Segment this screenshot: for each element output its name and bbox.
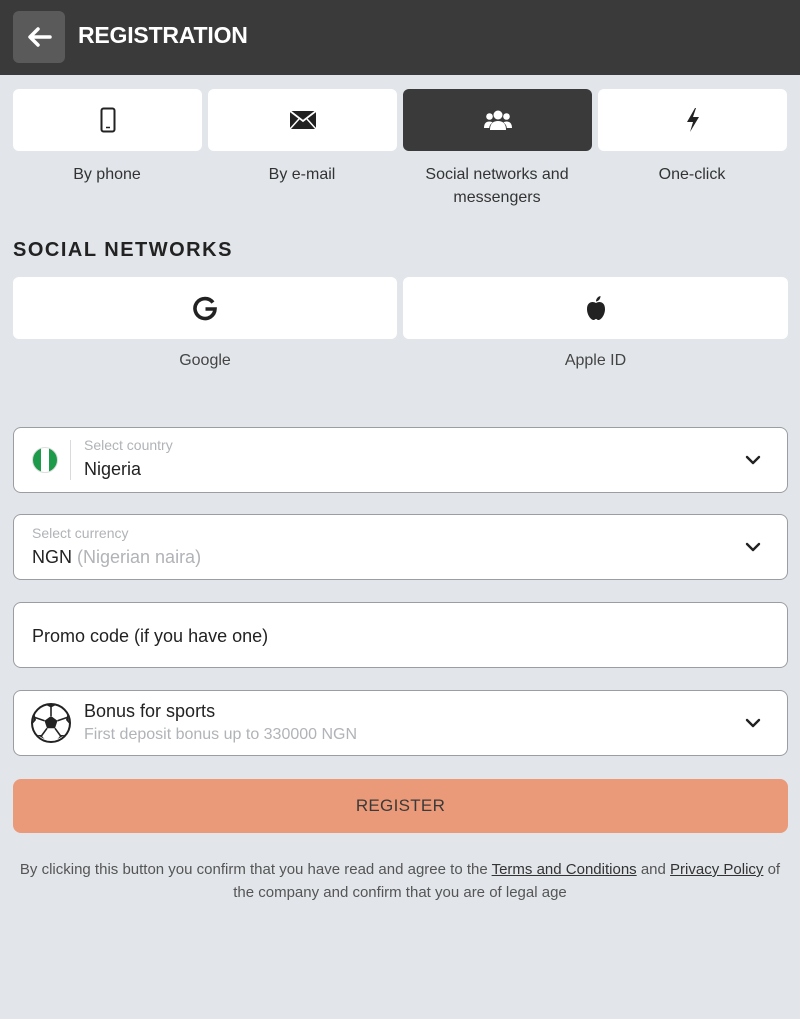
apple-icon [586, 296, 605, 320]
nigeria-flag-icon [32, 447, 58, 473]
tab-social-networks[interactable] [403, 89, 592, 151]
bonus-title: Bonus for sports [84, 701, 216, 721]
bonus-subtitle: First deposit bonus up to 330000 NGN [84, 726, 358, 743]
apple-id-label: Apple ID [564, 352, 627, 369]
tab-by-email[interactable] [208, 89, 397, 151]
privacy-policy-link[interactable]: Privacy Policy [670, 861, 763, 878]
tab-label-social-line1: Social networks and [425, 166, 569, 183]
terms-link[interactable]: Terms and Conditions [492, 861, 637, 878]
users-icon [483, 110, 512, 130]
envelope-icon [288, 110, 317, 130]
bonus-select[interactable]: Bonus for sports First deposit bonus up … [13, 690, 788, 756]
google-label: Google [179, 352, 231, 369]
tab-label-social-line2: messengers [453, 189, 541, 206]
chevron-down-icon [745, 718, 761, 728]
legal-prefix: By clicking this button you confirm that… [19, 861, 492, 878]
legal-text: By clicking this button you confirm that… [14, 858, 786, 904]
tab-by-phone[interactable] [13, 89, 202, 151]
back-button[interactable] [13, 11, 65, 63]
promo-code-placeholder: Promo code (if you have one) [32, 626, 269, 646]
register-button[interactable]: REGISTER [13, 779, 788, 833]
country-select[interactable]: Select country Nigeria [13, 427, 788, 493]
currency-label: Select currency [32, 525, 129, 541]
tab-one-click[interactable] [598, 89, 787, 151]
chevron-down-icon [745, 455, 761, 465]
country-label: Select country [84, 437, 173, 453]
currency-code: NGN [32, 547, 72, 567]
soccer-ball-icon [31, 703, 71, 743]
tab-label-one-click: One-click [658, 166, 726, 183]
legal-and: and [636, 861, 671, 878]
google-icon [193, 296, 217, 321]
section-title: SOCIAL NETWORKS [13, 239, 233, 261]
header-bar: REGISTRATION [0, 0, 800, 75]
phone-icon [100, 107, 115, 133]
tab-label-social: Social networks and messengers [402, 163, 592, 209]
apple-id-button[interactable] [403, 277, 788, 339]
chevron-down-icon [745, 542, 761, 552]
currency-select[interactable]: Select currency NGN (Nigerian naira) [13, 514, 788, 580]
country-value: Nigeria [84, 459, 142, 479]
promo-code-field[interactable]: Promo code (if you have one) [13, 602, 788, 668]
arrow-left-icon [28, 27, 52, 47]
page-title: REGISTRATION [78, 22, 248, 48]
currency-name: (Nigerian naira) [77, 547, 202, 567]
tab-label-by-phone: By phone [73, 166, 141, 183]
flag-divider [70, 440, 71, 480]
tab-label-by-email: By e-mail [268, 166, 336, 183]
currency-value: NGN (Nigerian naira) [32, 547, 201, 568]
lightning-icon [686, 108, 699, 132]
google-button[interactable] [13, 277, 397, 339]
